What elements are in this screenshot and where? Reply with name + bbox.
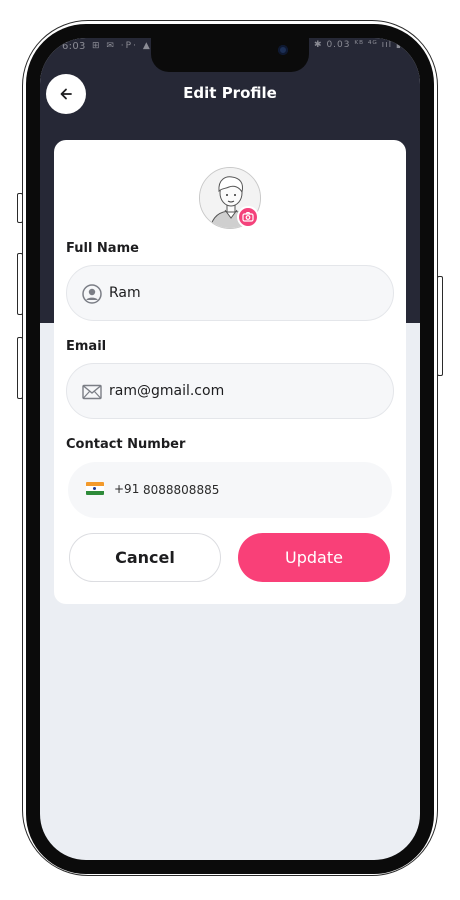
change-photo-button[interactable] [237, 206, 259, 228]
camera-icon [242, 212, 254, 222]
cancel-button[interactable]: Cancel [69, 533, 221, 582]
india-flag-icon[interactable] [86, 482, 104, 495]
envelope-icon [82, 384, 102, 400]
phone-side-button [17, 193, 23, 223]
user-circle-icon [82, 284, 102, 304]
status-notification-icons: ⊞ ✉ ·P· ▲ [92, 41, 152, 51]
contact-number-label: Contact Number [66, 437, 186, 452]
contact-number-value: 8088808885 [143, 483, 220, 497]
phone-side-button [437, 276, 443, 376]
email-value: ram@gmail.com [109, 383, 225, 399]
email-field[interactable]: ram@gmail.com [66, 363, 394, 419]
full-name-field[interactable]: Ram [66, 265, 394, 321]
update-button[interactable]: Update [238, 533, 390, 582]
email-label: Email [66, 339, 107, 354]
contact-number-field[interactable]: +91 8088808885 [68, 462, 392, 518]
full-name-value: Ram [109, 285, 141, 301]
app-screen: 6:03 ⊞ ✉ ·P· ▲ ▮ ✱ 0.03 ᴷᴮ ⁴ᴳ ııl ▮ Edit… [40, 38, 420, 860]
country-code[interactable]: +91 [114, 482, 139, 496]
status-system-icons: ▮ ✱ 0.03 ᴷᴮ ⁴ᴳ ııl ▮ [304, 40, 402, 50]
status-time: 6:03 [62, 41, 86, 52]
profile-card: Full Name Ram Email ram@gmail.com Contac… [54, 140, 406, 604]
full-name-label: Full Name [66, 241, 139, 256]
notch [151, 38, 309, 72]
page-title: Edit Profile [183, 84, 277, 102]
phone-side-button [17, 253, 23, 315]
front-camera [278, 45, 288, 55]
phone-side-button [17, 337, 23, 399]
